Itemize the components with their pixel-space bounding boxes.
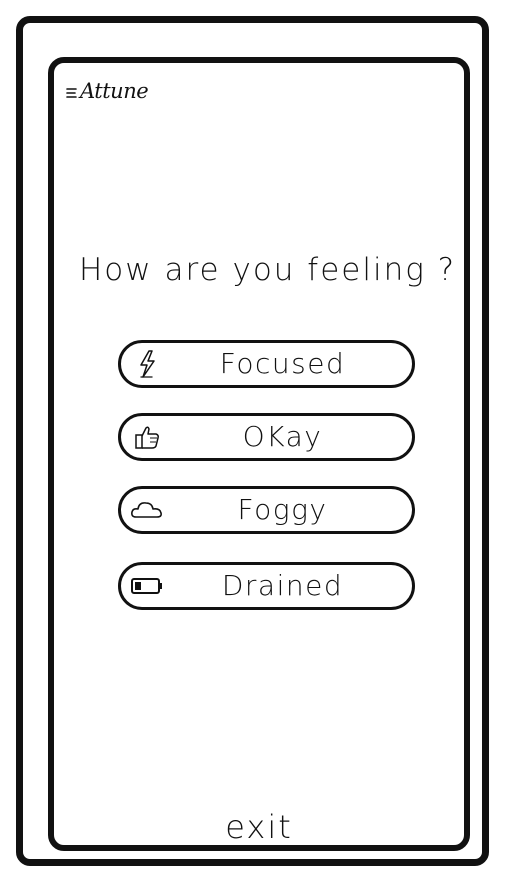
option-okay-label: OKay [242, 420, 323, 453]
low-battery-icon [129, 571, 165, 601]
app-header: Attune [66, 79, 149, 103]
option-drained-button[interactable]: Drained [118, 562, 415, 610]
app-screen: Attune How are you feeling ? Focused OKa… [48, 57, 470, 851]
option-foggy-label: Foggy [237, 493, 328, 526]
option-focused-label: Focused [219, 347, 346, 380]
option-drained-label: Drained [221, 569, 344, 602]
option-foggy-button[interactable]: Foggy [118, 486, 415, 534]
app-title: Attune [80, 79, 149, 103]
lightning-bolt-icon [129, 349, 165, 379]
option-okay-button[interactable]: OKay [118, 413, 415, 461]
thumbs-up-icon [129, 422, 165, 452]
exit-label: exit [225, 808, 293, 846]
cloud-icon [129, 495, 165, 525]
option-focused-button[interactable]: Focused [118, 340, 415, 388]
hamburger-icon[interactable] [66, 85, 78, 99]
feeling-question: How are you feeling ? [79, 252, 457, 288]
exit-button[interactable]: exit [54, 811, 464, 843]
